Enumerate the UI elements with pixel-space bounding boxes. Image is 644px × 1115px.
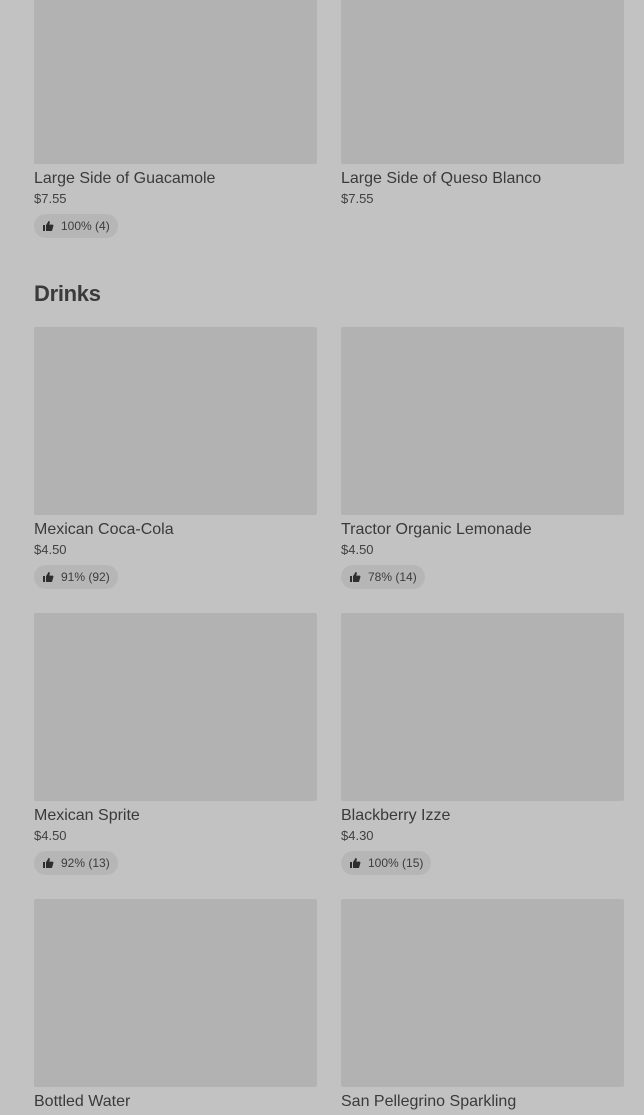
rating-badge: 92% (13) — [34, 851, 118, 875]
section-title-drinks: Drinks — [34, 280, 101, 308]
thumbs-up-icon — [349, 571, 361, 583]
rating-badge: 91% (92) — [34, 565, 118, 589]
menu-item-price: $7.55 — [341, 191, 624, 207]
menu-item-title[interactable]: San Pellegrino Sparkling — [341, 1092, 624, 1112]
rating-text: 100% (15) — [368, 856, 423, 870]
menu-item-title[interactable]: Mexican Sprite — [34, 806, 317, 826]
menu-item-price: $4.30 — [341, 828, 624, 844]
menu-item-card[interactable]: Large Side of Queso Blanco $7.55 — [341, 0, 624, 238]
menu-item-image[interactable] — [341, 899, 624, 1087]
menu-item-card[interactable]: San Pellegrino Sparkling — [341, 899, 624, 1087]
menu-item-image[interactable] — [34, 0, 317, 164]
menu-item-card[interactable]: Mexican Sprite $4.50 92% (13) — [34, 613, 317, 801]
menu-item-title[interactable]: Blackberry Izze — [341, 806, 624, 826]
drinks-grid: Mexican Coca-Cola $4.50 91% (92) Tractor… — [34, 327, 624, 1087]
menu-item-price: $7.55 — [34, 191, 317, 207]
menu-item-title[interactable]: Bottled Water — [34, 1092, 317, 1112]
menu-item-image[interactable] — [341, 327, 624, 515]
menu-item-image[interactable] — [34, 327, 317, 515]
rating-badge: 100% (15) — [341, 851, 431, 875]
thumbs-up-icon — [42, 220, 54, 232]
rating-badge: 78% (14) — [341, 565, 425, 589]
thumbs-up-icon — [42, 857, 54, 869]
menu-item-image[interactable] — [341, 613, 624, 801]
menu-item-price: $4.50 — [341, 542, 624, 558]
menu-item-image[interactable] — [34, 899, 317, 1087]
rating-badge: 100% (4) — [34, 214, 118, 238]
thumbs-up-icon — [349, 857, 361, 869]
menu-item-title[interactable]: Tractor Organic Lemonade — [341, 520, 624, 540]
menu-item-card[interactable]: Bottled Water — [34, 899, 317, 1087]
thumbs-up-icon — [42, 571, 54, 583]
menu-item-image[interactable] — [34, 613, 317, 801]
menu-item-card[interactable]: Tractor Organic Lemonade $4.50 78% (14) — [341, 327, 624, 515]
menu-item-card[interactable]: Large Side of Guacamole $7.55 100% (4) — [34, 0, 317, 238]
rating-text: 100% (4) — [61, 219, 110, 233]
menu-item-card[interactable]: Blackberry Izze $4.30 100% (15) — [341, 613, 624, 801]
rating-text: 78% (14) — [368, 570, 417, 584]
menu-item-title[interactable]: Large Side of Guacamole — [34, 169, 317, 189]
menu-item-price: $4.50 — [34, 542, 317, 558]
sides-grid: Large Side of Guacamole $7.55 100% (4) L… — [34, 0, 624, 238]
menu-item-title[interactable]: Mexican Coca-Cola — [34, 520, 317, 540]
rating-text: 92% (13) — [61, 856, 110, 870]
menu-item-title[interactable]: Large Side of Queso Blanco — [341, 169, 624, 189]
menu-item-price: $4.50 — [34, 828, 317, 844]
menu-item-card[interactable]: Mexican Coca-Cola $4.50 91% (92) — [34, 327, 317, 515]
rating-text: 91% (92) — [61, 570, 110, 584]
menu-item-image[interactable] — [341, 0, 624, 164]
